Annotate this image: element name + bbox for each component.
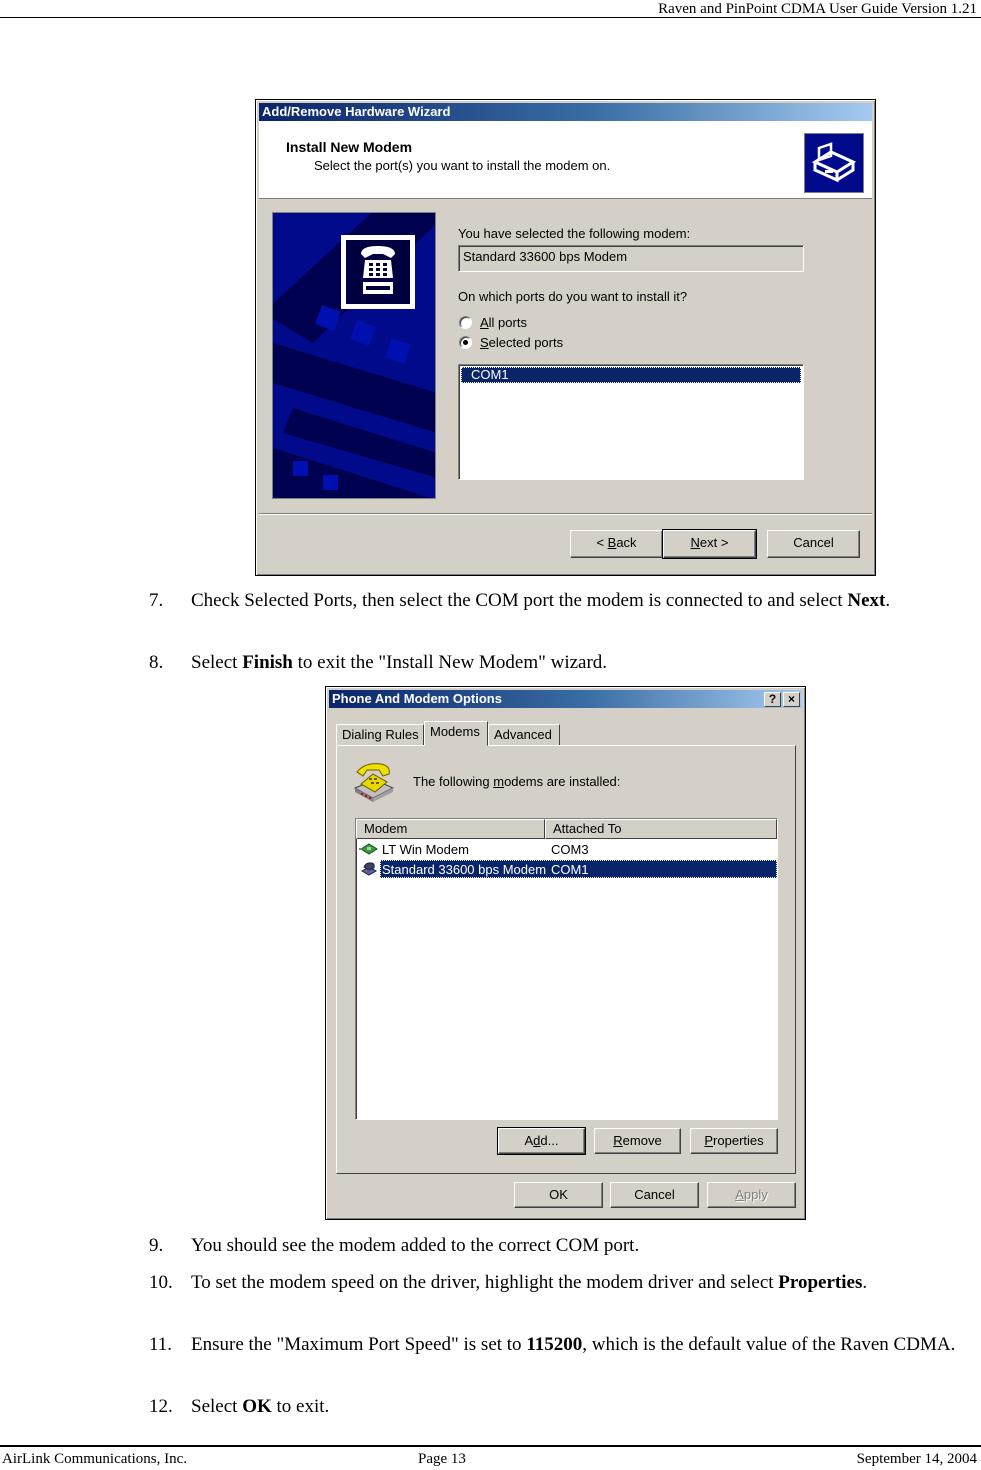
step-number: 8.	[149, 652, 164, 673]
page-header: Raven and PinPoint CDMA User Guide Versi…	[658, 1, 977, 17]
step-8: 8. Select Finish to exit the "Install Ne…	[149, 650, 979, 675]
add-remove-hardware-wizard: Add/Remove Hardware Wizard Install New M…	[255, 99, 876, 576]
step-text: To set the modem speed on the driver, hi…	[191, 1272, 868, 1293]
step-12: 12. Select OK to exit.	[149, 1394, 979, 1419]
add-button[interactable]: Add...	[497, 1127, 586, 1155]
phone-and-modem-options-dialog: Phone And Modem Options ? × Dialing Rule…	[325, 686, 806, 1220]
step-text: Ensure the "Maximum Port Speed" is set t…	[191, 1334, 956, 1355]
wizard-side-artwork	[272, 212, 436, 499]
table-row[interactable]: LT Win Modem COM3	[356, 839, 777, 859]
step-text: You should see the modem added to the co…	[191, 1235, 640, 1256]
step-text: Select OK to exit.	[191, 1396, 330, 1417]
tab-modems[interactable]: Modems	[424, 721, 488, 746]
bold-term: Properties	[778, 1272, 863, 1293]
bold-term: Finish	[242, 652, 293, 673]
close-icon[interactable]: ×	[783, 692, 800, 707]
telephone-icon	[351, 760, 397, 805]
telephone-icon	[341, 235, 415, 309]
column-header-attached-to[interactable]: Attached To	[545, 819, 777, 839]
installed-modems-message: The following modems are installed:	[413, 774, 621, 789]
step-number: 7.	[149, 590, 164, 611]
port-list[interactable]: COM1	[458, 364, 804, 480]
wizard-title-bar[interactable]: Add/Remove Hardware Wizard	[259, 103, 872, 121]
bold-term: 115200	[526, 1334, 583, 1355]
back-button[interactable]: < Back	[570, 530, 663, 558]
apply-button[interactable]: Apply	[707, 1182, 796, 1208]
help-icon[interactable]: ?	[764, 692, 781, 707]
selected-ports-radio[interactable]: Selected ports	[459, 335, 563, 350]
wizard-header: Install New Modem Select the port(s) you…	[259, 121, 872, 199]
port-item-com1[interactable]: COM1	[461, 367, 801, 383]
ports-question-label: On which ports do you want to install it…	[458, 289, 688, 304]
step-10: 10. To set the modem speed on the driver…	[149, 1270, 979, 1295]
wizard-heading: Install New Modem	[286, 139, 413, 155]
attached-port: COM3	[551, 841, 589, 857]
modem-name: LT Win Modem	[382, 841, 469, 857]
step-number: 9.	[149, 1235, 164, 1256]
all-ports-radio[interactable]: All ports	[459, 315, 527, 330]
footer-page-number: Page 13	[418, 1451, 466, 1467]
selected-ports-label: Selected ports	[480, 335, 564, 350]
modem-card-icon	[358, 841, 380, 857]
modem-list[interactable]: Modem Attached To LT Win Modem COM3 Stan…	[355, 818, 778, 1120]
tab-advanced[interactable]: Advanced	[488, 724, 560, 745]
selected-modem-label: You have selected the following modem:	[458, 226, 691, 241]
selected-modem-field: Standard 33600 bps Modem	[458, 245, 804, 272]
step-text: Check Selected Ports, then select the CO…	[191, 590, 891, 611]
radio-button-unchecked[interactable]	[459, 316, 472, 329]
footer-date: September 14, 2004	[856, 1451, 977, 1467]
bold-term: OK	[242, 1396, 272, 1417]
wizard-separator	[259, 513, 872, 515]
step-11: 11. Ensure the "Maximum Port Speed" is s…	[149, 1332, 979, 1357]
dialog-cancel-button[interactable]: Cancel	[610, 1182, 699, 1208]
dialog-title-bar[interactable]: Phone And Modem Options ? ×	[329, 690, 802, 708]
step-text: Select Finish to exit the "Install New M…	[191, 652, 608, 673]
next-button[interactable]: Next >	[662, 529, 757, 559]
footer-company: AirLink Communications, Inc.	[2, 1451, 187, 1467]
column-header-modem[interactable]: Modem	[356, 819, 545, 839]
step-number: 11.	[149, 1334, 173, 1355]
footer-rule	[0, 1445, 981, 1447]
tab-dialing-rules[interactable]: Dialing Rules	[336, 724, 424, 745]
step-9: 9. You should see the modem added to the…	[149, 1233, 979, 1258]
step-number: 10.	[149, 1272, 173, 1293]
remove-button[interactable]: Remove	[594, 1128, 681, 1154]
properties-button[interactable]: Properties	[690, 1128, 778, 1154]
external-modem-icon	[358, 861, 380, 877]
table-row[interactable]: Standard 33600 bps Modem COM1	[356, 859, 777, 879]
wizard-cancel-button[interactable]: Cancel	[767, 530, 860, 558]
dialog-title: Phone And Modem Options	[332, 691, 502, 706]
header-rule	[0, 17, 981, 18]
step-7: 7. Check Selected Ports, then select the…	[149, 588, 979, 613]
hardware-drive-icon	[804, 133, 864, 193]
all-ports-label: All ports	[480, 315, 527, 330]
bold-term: Next	[847, 590, 886, 611]
ok-button[interactable]: OK	[514, 1182, 603, 1208]
list-header: Modem Attached To	[356, 819, 777, 839]
radio-button-checked[interactable]	[459, 336, 472, 349]
modems-tab-panel: The following modems are installed: Mode…	[336, 745, 796, 1174]
step-number: 12.	[149, 1396, 173, 1417]
wizard-subheading: Select the port(s) you want to install t…	[314, 158, 611, 173]
attached-port: COM1	[551, 861, 589, 877]
modem-name: Standard 33600 bps Modem	[382, 861, 547, 877]
